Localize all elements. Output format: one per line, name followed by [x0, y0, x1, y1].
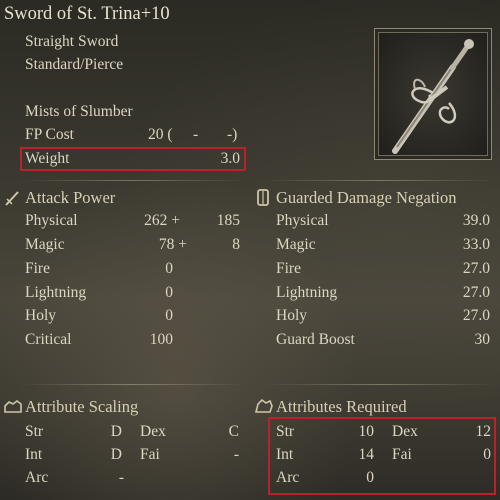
ap-bonus-magic: 8 [232, 236, 240, 253]
ap-base-critical: 100 [149, 331, 173, 348]
req-arc-value: 0 [366, 469, 374, 486]
scaling-arc-value: - [118, 469, 124, 486]
req-dex-value: 12 [475, 423, 492, 440]
shield-icon [257, 189, 269, 206]
gdn-label-fire: Fire [276, 260, 301, 277]
req-fai-value: 0 [483, 446, 491, 463]
sword-icon [5, 191, 19, 206]
req-arc-label: Arc [276, 469, 300, 486]
ap-label-fire: Fire [25, 260, 50, 277]
attribute-scaling-title: Attribute Scaling [25, 397, 139, 416]
scaling-dex-label: Dex [140, 423, 166, 440]
divider-right-2 [265, 384, 495, 385]
scaling-int-value: D [110, 446, 122, 463]
damage-type: Standard/Pierce [25, 56, 124, 73]
gdn-label-magic: Magic [276, 236, 316, 253]
gdn-value-guard-boost: 30 [474, 331, 491, 348]
ap-base-lightning: 0 [165, 284, 173, 301]
scaling-fai-value: - [233, 446, 239, 463]
ap-label-physical: Physical [25, 212, 78, 229]
weapon-type: Straight Sword [25, 33, 119, 50]
gdn-label-guard-boost: Guard Boost [276, 331, 355, 348]
sword-image-icon [392, 39, 474, 154]
gdn-value-physical: 39.0 [462, 212, 490, 229]
item-name: Sword of St. Trina+10 [4, 4, 170, 24]
attributes-required-title: Attributes Required [276, 397, 407, 416]
gdn-value-magic: 33.0 [462, 236, 490, 253]
attack-power-title: Attack Power [25, 188, 116, 207]
scaling-dex-value: C [228, 423, 239, 440]
req-dex-label: Dex [392, 423, 418, 440]
divider-left-2 [20, 384, 245, 385]
fp-cost-label: FP Cost [25, 126, 74, 143]
divider-right [265, 180, 495, 181]
fp-cost-value: 20 ( [148, 126, 173, 143]
ap-label-magic: Magic [25, 236, 65, 253]
guard-negation-title: Guarded Damage Negation [276, 188, 457, 207]
scaling-int-label: Int [25, 446, 43, 463]
scaling-str-label: Str [25, 423, 44, 440]
ap-base-magic: 78 + [158, 236, 187, 253]
req-fai-label: Fai [392, 446, 412, 463]
gdn-label-lightning: Lightning [276, 284, 338, 301]
weapon-thumbnail [374, 28, 492, 160]
scaling-hand-icon [4, 400, 22, 413]
req-str-value: 10 [358, 423, 375, 440]
scaling-str-value: D [110, 423, 122, 440]
ap-label-holy: Holy [25, 307, 56, 324]
skill-name: Mists of Slumber [25, 103, 133, 120]
ap-bonus-physical: 185 [216, 212, 240, 229]
gdn-value-holy: 27.0 [462, 307, 490, 324]
gdn-label-physical: Physical [276, 212, 329, 229]
scaling-fai-label: Fai [140, 446, 160, 463]
scaling-arc-label: Arc [25, 469, 49, 486]
ap-label-critical: Critical [25, 331, 72, 348]
req-int-label: Int [276, 446, 294, 463]
ap-base-fire: 0 [165, 260, 173, 277]
fp-cost-dash-2: -) [227, 126, 238, 143]
ap-base-holy: 0 [165, 307, 173, 324]
weight-label: Weight [25, 150, 70, 167]
ap-base-physical: 262 + [144, 212, 180, 229]
req-int-value: 14 [358, 446, 375, 463]
divider-left [20, 180, 245, 181]
requirement-hand-icon [254, 398, 273, 413]
weight-value: 3.0 [220, 150, 240, 167]
ap-label-lightning: Lightning [25, 284, 87, 301]
gdn-value-fire: 27.0 [462, 260, 490, 277]
fp-cost-dash-1: - [193, 126, 199, 143]
gdn-label-holy: Holy [276, 307, 307, 324]
gdn-value-lightning: 27.0 [462, 284, 490, 301]
req-str-label: Str [276, 423, 295, 440]
